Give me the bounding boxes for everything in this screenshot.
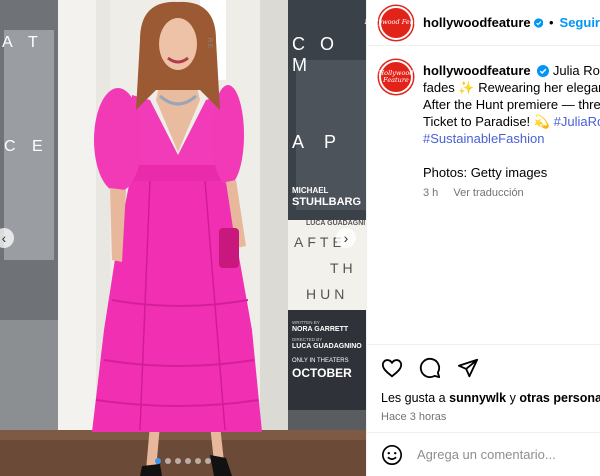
comment-input[interactable]	[417, 447, 587, 462]
liker-username[interactable]: sunnywlk	[449, 391, 506, 405]
carousel-dot[interactable]	[155, 458, 161, 464]
likes-summary: Les gusta a sunnywlk y otras personas	[381, 391, 600, 405]
username[interactable]: hollywoodfeature	[423, 15, 531, 30]
caption: Hollywood Feature hollywoodfeature Julia…	[367, 46, 600, 346]
caption-line: Ticket to Paradise! 💫	[423, 114, 550, 129]
post-image[interactable]: A T C E R E C O M A P MICHAEL STUHLBARG …	[0, 0, 366, 476]
carousel-dot[interactable]	[185, 458, 191, 464]
likes-others-link[interactable]: otras personas	[519, 391, 600, 405]
likes-connector: y	[509, 391, 516, 405]
hashtag-link[interactable]: #JuliaRober	[554, 114, 600, 129]
carousel-dot[interactable]	[205, 458, 211, 464]
post-time: 3 h	[423, 187, 439, 199]
hashtag-link[interactable]: #SustainableFashion	[423, 130, 600, 147]
share-icon[interactable]	[457, 357, 479, 379]
separator-dot: •	[548, 15, 554, 30]
post-detail-panel: Hollywood Feature hollywoodfeature • Seg…	[365, 0, 600, 476]
carousel-dot[interactable]	[195, 458, 201, 464]
heart-icon[interactable]	[381, 357, 403, 379]
post-timestamp: Hace 3 horas	[381, 411, 447, 423]
translate-link[interactable]: Ver traducción	[453, 187, 523, 199]
chevron-left-icon: ‹	[1, 230, 7, 246]
emoji-icon[interactable]	[381, 444, 403, 466]
comment-bar	[367, 432, 600, 476]
verified-badge-icon	[537, 65, 550, 77]
caption-line: After the Hunt premiere — three y	[423, 97, 600, 112]
carousel-dot[interactable]	[175, 458, 181, 464]
action-bar: Les gusta a sunnywlk y otras personas Ha…	[367, 344, 600, 423]
red-carpet-photo	[0, 0, 366, 476]
follow-button[interactable]: Seguir	[560, 15, 600, 30]
carousel-dot[interactable]	[165, 458, 171, 464]
caption-body: hollywoodfeature Julia Roberts fades ✨ R…	[423, 62, 600, 202]
avatar[interactable]: Hollywood Feature	[365, 5, 427, 40]
likes-prefix: Les gusta a	[381, 391, 446, 405]
carousel-next-button[interactable]: ›	[336, 228, 356, 248]
comment-icon[interactable]	[419, 357, 441, 379]
verified-badge-icon	[533, 17, 543, 28]
caption-avatar[interactable]: Hollywood Feature	[379, 60, 413, 94]
caption-username[interactable]: hollywoodfeature	[423, 63, 531, 78]
carousel-indicator	[0, 458, 366, 464]
caption-line: fades ✨ Rewearing her elegant G	[423, 80, 600, 95]
chevron-right-icon: ›	[343, 230, 349, 246]
post-header: Hollywood Feature hollywoodfeature • Seg…	[365, 0, 600, 46]
photo-credit: Photos: Getty images	[423, 165, 548, 180]
caption-line: Julia Roberts	[552, 63, 600, 78]
